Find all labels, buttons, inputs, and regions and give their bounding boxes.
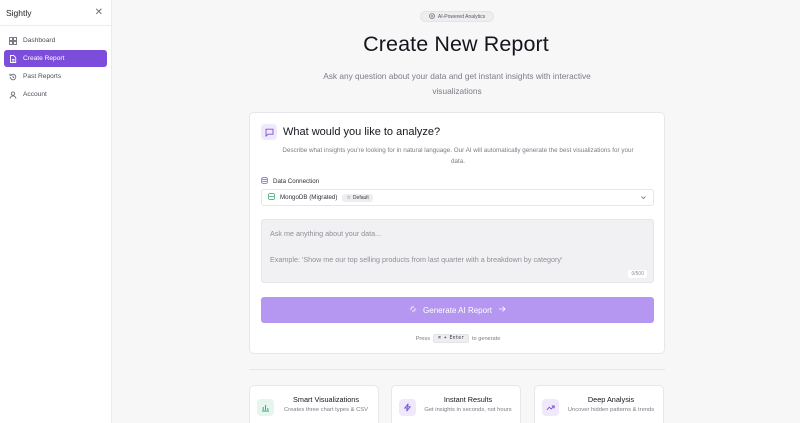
main-content: AI-Powered Analytics Create New Report A… — [112, 0, 800, 423]
sidebar-item-label: Account — [23, 91, 47, 98]
generate-report-button[interactable]: Generate AI Report — [261, 297, 654, 323]
sidebar-item-dashboard[interactable]: Dashboard — [4, 32, 107, 49]
sidebar: Sightly ✕ Dashboard Create Report Past R… — [0, 0, 112, 423]
feature-title: Smart Visualizations — [293, 395, 359, 404]
page-subtitle: Ask any question about your data and get… — [323, 71, 591, 96]
star-icon: ☆ — [346, 194, 351, 201]
database-icon — [268, 193, 275, 202]
hint-suffix: to generate — [472, 335, 501, 342]
brand-name: Sightly — [6, 7, 32, 18]
data-connection-label: Data Connection — [261, 177, 319, 186]
sidebar-nav: Dashboard Create Report Past Reports Acc… — [0, 26, 111, 110]
query-example: Example: 'Show me our top selling produc… — [270, 255, 563, 264]
default-badge: ☆ Default — [342, 193, 373, 202]
chat-icon — [261, 124, 277, 140]
ai-badge-label: AI-Powered Analytics — [437, 13, 486, 20]
data-connection-select[interactable]: MongoDB (Migrated) ☆ Default — [261, 189, 654, 206]
query-placeholder: Ask me anything about your data... — [270, 229, 382, 238]
sidebar-header: Sightly ✕ — [0, 0, 111, 26]
feature-card-instant-results: Instant Results Get insights in seconds,… — [391, 385, 521, 423]
hint-prefix: Press — [415, 335, 430, 342]
character-count: 0/500 — [628, 270, 647, 278]
selected-connection: MongoDB (Migrated) — [280, 194, 338, 201]
divider — [249, 369, 665, 370]
database-icon — [261, 177, 268, 186]
ai-badge: AI-Powered Analytics — [420, 11, 494, 22]
sparkle-icon — [409, 305, 417, 315]
sparkle-icon — [429, 12, 435, 21]
generate-button-label: Generate AI Report — [423, 305, 492, 315]
data-connection-text: Data Connection — [273, 178, 320, 185]
query-input[interactable]: Ask me anything about your data... Examp… — [261, 219, 654, 283]
card-description: Describe what insights you're looking fo… — [282, 147, 634, 165]
file-icon — [9, 54, 17, 63]
arrow-right-icon — [498, 305, 506, 315]
feature-title: Deep Analysis — [587, 395, 635, 404]
sidebar-item-account[interactable]: Account — [4, 86, 107, 103]
user-icon — [9, 90, 17, 99]
sidebar-item-past-reports[interactable]: Past Reports — [4, 68, 107, 85]
sidebar-item-label: Dashboard — [23, 37, 56, 44]
feature-description: Uncover hidden patterns & trends — [567, 407, 655, 413]
feature-description: Get insights in seconds, not hours — [424, 407, 512, 413]
shortcut-keys: ⌘ + Enter — [433, 334, 469, 343]
grid-icon — [9, 36, 17, 45]
feature-description: Creates three chart types & CSV — [283, 407, 369, 413]
chevron-down-icon — [640, 194, 647, 201]
close-icon[interactable]: ✕ — [95, 7, 103, 18]
keyboard-hint: Press ⌘ + Enter to generate — [250, 334, 666, 343]
trend-icon — [542, 399, 559, 416]
history-icon — [9, 73, 17, 81]
feature-title: Instant Results — [443, 395, 493, 404]
feature-card-visualizations: Smart Visualizations Creates three chart… — [249, 385, 379, 423]
feature-card-deep-analysis: Deep Analysis Uncover hidden patterns & … — [534, 385, 664, 423]
page-title: Create New Report — [363, 32, 549, 56]
sidebar-item-label: Create Report — [23, 55, 65, 62]
sidebar-item-create-report[interactable]: Create Report — [4, 50, 107, 67]
bar-chart-icon — [257, 399, 274, 416]
default-badge-label: Default — [352, 194, 369, 201]
sidebar-item-label: Past Reports — [23, 73, 62, 80]
card-title: What would you like to analyze? — [283, 126, 441, 138]
lightning-icon — [399, 399, 416, 416]
analyze-card: What would you like to analyze? Describe… — [249, 112, 665, 354]
